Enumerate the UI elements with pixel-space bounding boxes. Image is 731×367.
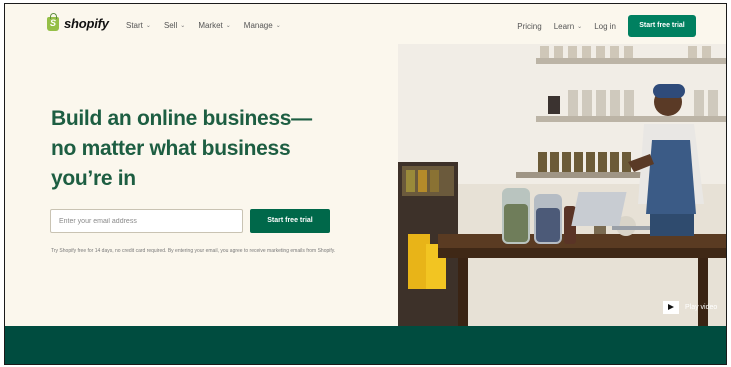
email-input[interactable] [50,209,243,233]
footer-band [5,326,726,364]
nav-item-label: Start [126,21,143,30]
chevron-down-icon: ⌄ [275,23,281,29]
pricing-link[interactable]: Pricing [517,22,541,31]
chevron-down-icon: ⌄ [145,23,151,29]
nav-item-sell[interactable]: Sell ⌄ [164,21,185,30]
nav-item-label: Sell [163,21,178,30]
play-icon [663,301,679,314]
chevron-down-icon: ⌄ [225,23,231,29]
hero-headline: Build an online business— no matter what… [51,104,351,194]
headline-line: you’re in [51,167,136,190]
play-video-label: Play video [685,304,718,311]
shopify-logo[interactable]: shopify [47,12,109,31]
chevron-down-icon: ⌄ [577,23,583,30]
nav-item-market[interactable]: Market ⌄ [198,21,230,30]
start-free-trial-nav-button[interactable]: Start free trial [628,15,696,37]
learn-label: Learn [553,21,575,31]
chevron-down-icon: ⌄ [180,23,186,29]
browser-page: shopify Start ⌄ Sell ⌄ Market ⌄ Manage ⌄… [4,3,727,365]
login-link[interactable]: Log in [594,22,616,31]
top-nav: shopify Start ⌄ Sell ⌄ Market ⌄ Manage ⌄… [5,4,726,44]
nav-right: Pricing Learn ⌄ Log in Start free trial [517,15,696,37]
start-free-trial-button[interactable]: Start free trial [250,209,330,233]
nav-menu: Start ⌄ Sell ⌄ Market ⌄ Manage ⌄ [126,21,281,30]
nav-item-label: Manage [243,21,273,30]
nav-item-label: Market [198,21,223,30]
headline-line: no matter what business [51,137,291,160]
headline-line: Build an online business— [51,107,312,130]
play-video-button[interactable]: Play video [663,301,717,314]
logo-text: shopify [64,16,109,31]
trial-disclaimer: Try Shopify free for 14 days, no credit … [51,248,336,254]
nav-item-manage[interactable]: Manage ⌄ [244,21,281,30]
hero-image [398,44,726,326]
learn-menu[interactable]: Learn ⌄ [554,22,583,31]
shopping-bag-icon [47,12,59,31]
nav-item-start[interactable]: Start ⌄ [126,21,151,30]
